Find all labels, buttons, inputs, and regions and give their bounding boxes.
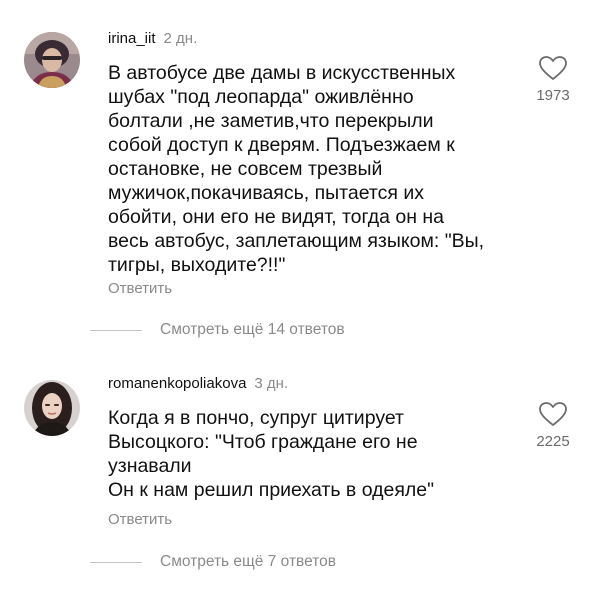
- username[interactable]: romanenkopoliakova: [108, 375, 246, 392]
- comment-meta: romanenkopoliakova 3 дн.: [108, 375, 288, 392]
- comment-text: В автобусе две дамы в искусственных шуба…: [108, 62, 485, 276]
- comment-text: Когда я в пончо, супруг цитирует Высоцко…: [108, 407, 435, 501]
- like-control[interactable]: 1973: [523, 55, 583, 104]
- view-more-replies[interactable]: Смотреть ещё 14 ответов: [90, 320, 345, 340]
- reply-button[interactable]: Ответить: [108, 280, 172, 297]
- divider-line: [90, 561, 142, 563]
- heart-icon[interactable]: [538, 401, 568, 427]
- comment-time: 2 дн.: [163, 30, 198, 47]
- like-count: 1973: [536, 87, 570, 104]
- reply-button[interactable]: Ответить: [108, 511, 172, 528]
- heart-icon[interactable]: [538, 55, 568, 81]
- view-more-replies-label: Смотреть ещё 14 ответов: [160, 321, 345, 338]
- avatar[interactable]: [24, 380, 80, 436]
- divider-line: [90, 329, 142, 331]
- view-more-replies[interactable]: Смотреть ещё 7 ответов: [90, 552, 336, 572]
- like-control[interactable]: 2225: [523, 401, 583, 450]
- view-more-replies-label: Смотреть ещё 7 ответов: [160, 553, 336, 570]
- comment-meta: irina_iit 2 дн.: [108, 30, 197, 47]
- avatar[interactable]: [24, 32, 80, 88]
- like-count: 2225: [536, 433, 570, 450]
- comment-time: 3 дн.: [254, 375, 289, 392]
- username[interactable]: irina_iit: [108, 30, 156, 47]
